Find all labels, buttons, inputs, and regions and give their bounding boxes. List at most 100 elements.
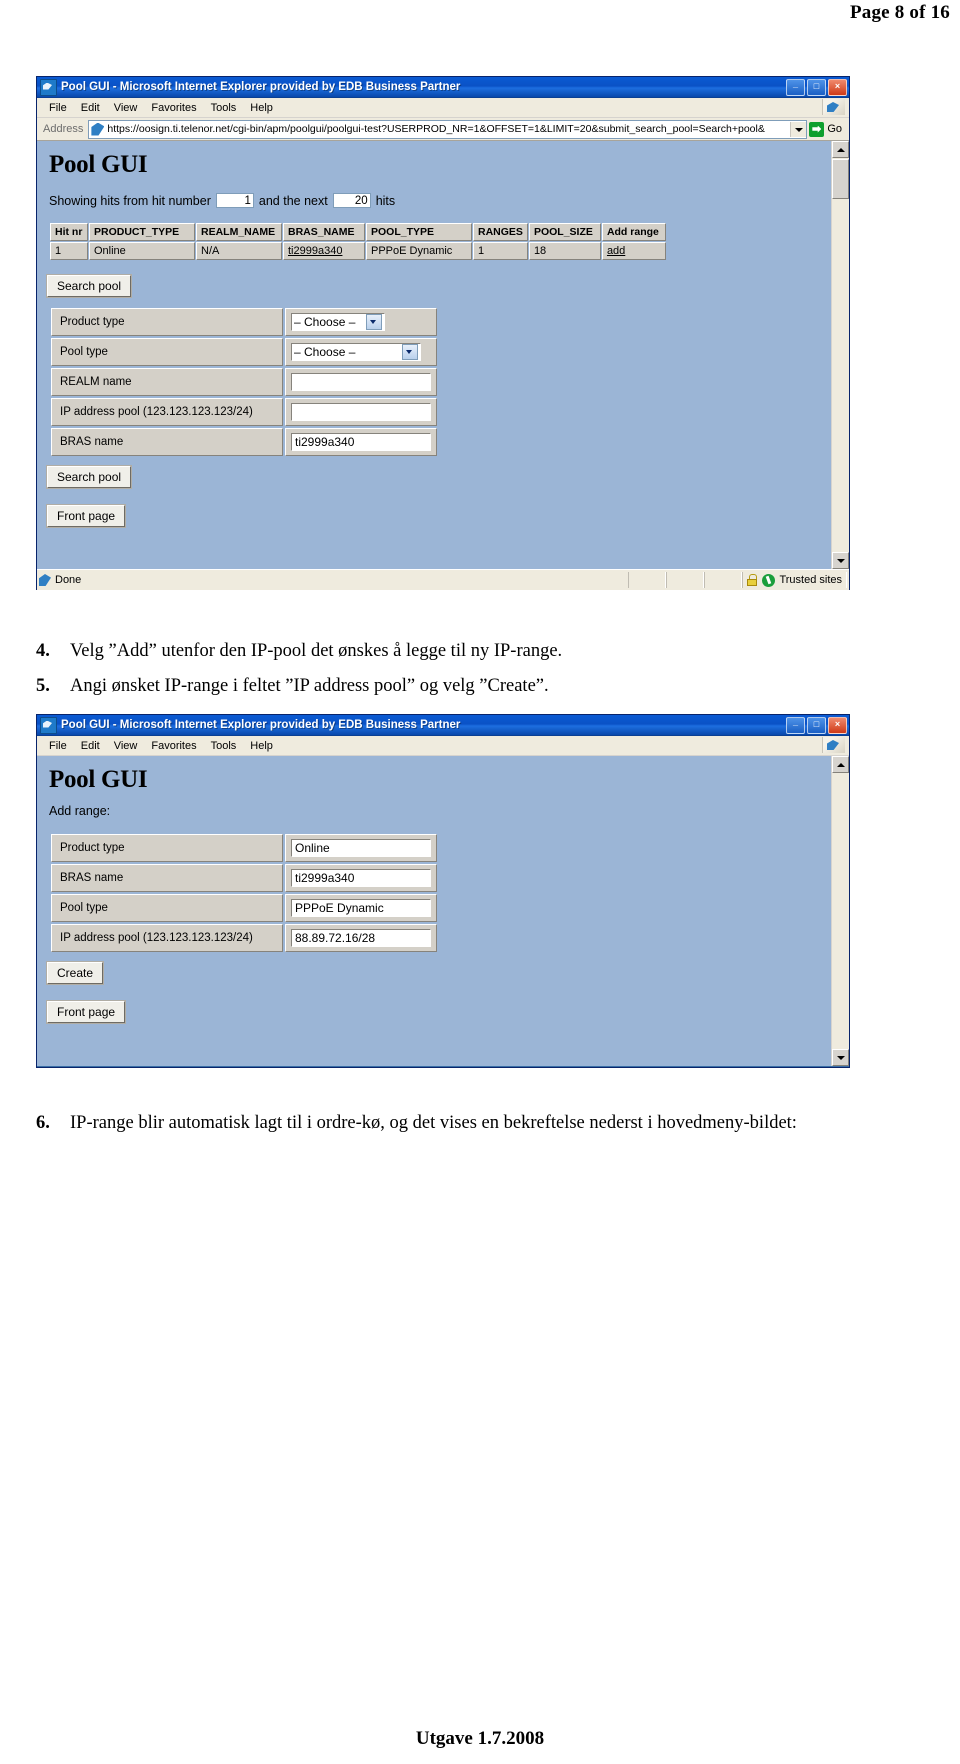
page-footer: Utgave 1.7.2008 <box>415 1728 545 1749</box>
form-row-ip-address-pool: IP address pool (123.123.123.123/24) <box>51 924 437 952</box>
window1-controls: _ □ × <box>786 78 847 96</box>
field-bras-name <box>285 428 437 456</box>
menu-edit[interactable]: Edit <box>74 739 107 753</box>
address-dropdown-button[interactable] <box>790 121 807 137</box>
chevron-down-icon <box>366 314 382 330</box>
cell-bras-name: ti2999a340 <box>283 242 365 260</box>
col-ranges: RANGES <box>473 223 528 241</box>
search-pool-button-bottom[interactable]: Search pool <box>47 466 132 488</box>
close-button[interactable]: × <box>828 78 847 96</box>
hits-from-input[interactable] <box>215 193 254 208</box>
scrollbar-thumb[interactable] <box>832 159 849 199</box>
browser-window-1: Pool GUI - Microsoft Internet Explorer p… <box>36 76 850 590</box>
window2-title: Pool GUI - Microsoft Internet Explorer p… <box>61 719 461 731</box>
security-zone-pane[interactable]: Trusted sites <box>742 572 847 588</box>
maximize-button[interactable]: □ <box>807 78 826 96</box>
vertical-scrollbar[interactable] <box>831 756 849 1066</box>
instruction-4-number: 4. <box>36 641 50 661</box>
close-button[interactable]: × <box>828 716 847 734</box>
hits-suffix: hits <box>375 193 396 208</box>
window1-titlebar: Pool GUI - Microsoft Internet Explorer p… <box>37 77 849 98</box>
field-product-type: – Choose – <box>285 308 437 336</box>
instruction-5-number: 5. <box>36 676 50 696</box>
form-row-bras-name: BRAS name <box>51 428 437 456</box>
pool-type-select[interactable]: – Choose – <box>291 343 421 361</box>
status-done: Done <box>39 574 628 586</box>
menu-file[interactable]: File <box>42 739 74 753</box>
instruction-6: 6. IP-range blir automatisk lagt til i o… <box>36 1110 926 1136</box>
label-ip-address-pool: IP address pool (123.123.123.123/24) <box>51 924 283 952</box>
ie-document-icon <box>40 716 57 734</box>
menu-edit[interactable]: Edit <box>74 101 107 115</box>
ie-document-icon <box>40 78 57 96</box>
window1-page-content: Pool GUI Showing hits from hit number an… <box>37 141 832 569</box>
field-bras-name <box>285 864 437 892</box>
results-table: Hit nr PRODUCT_TYPE REALM_NAME BRAS_NAME… <box>49 222 667 261</box>
menu-file[interactable]: File <box>42 101 74 115</box>
scroll-up-arrow[interactable] <box>832 756 849 773</box>
product-type-select[interactable]: – Choose – <box>291 313 385 331</box>
status-pane-2 <box>666 572 705 588</box>
label-pool-type: Pool type <box>51 338 283 366</box>
bras-name-input[interactable] <box>291 433 431 451</box>
field-ip-address-pool <box>285 398 437 426</box>
instruction-6-text: IP-range blir automatisk lagt til i ordr… <box>70 1113 797 1133</box>
front-page-button[interactable]: Front page <box>47 1001 126 1023</box>
add-range-form: Product type BRAS name Pool type <box>49 832 439 954</box>
window2-titlebar: Pool GUI - Microsoft Internet Explorer p… <box>37 715 849 736</box>
form-row-ip-address-pool: IP address pool (123.123.123.123/24) <box>51 398 437 426</box>
front-page-button[interactable]: Front page <box>47 505 126 527</box>
browser-window-2: Pool GUI - Microsoft Internet Explorer p… <box>36 714 850 1068</box>
menu-help[interactable]: Help <box>243 101 280 115</box>
scroll-down-arrow[interactable] <box>832 552 849 569</box>
label-bras-name: BRAS name <box>51 428 283 456</box>
address-input[interactable]: https://oosign.ti.telenor.net/cgi-bin/ap… <box>88 119 808 139</box>
menu-view[interactable]: View <box>107 739 145 753</box>
form-row-realm-name: REALM name <box>51 368 437 396</box>
product-type-input[interactable] <box>291 839 431 857</box>
go-button[interactable]: Go <box>807 121 846 137</box>
scroll-up-arrow[interactable] <box>832 141 849 158</box>
vertical-scrollbar[interactable] <box>831 141 849 569</box>
ie-logo-icon <box>822 99 845 115</box>
window2-viewport: Pool GUI Add range: Product type BRAS na… <box>37 756 849 1066</box>
col-product-type: PRODUCT_TYPE <box>89 223 195 241</box>
menu-help[interactable]: Help <box>243 739 280 753</box>
pool-type-input[interactable] <box>291 899 431 917</box>
menu-favorites[interactable]: Favorites <box>144 101 203 115</box>
menu-tools[interactable]: Tools <box>204 739 244 753</box>
add-range-link[interactable]: add <box>607 245 625 257</box>
add-range-subtitle: Add range: <box>49 804 111 818</box>
field-realm-name <box>285 368 437 396</box>
ip-address-pool-input[interactable] <box>291 403 431 421</box>
hits-next-input[interactable] <box>332 193 371 208</box>
menu-favorites[interactable]: Favorites <box>144 739 203 753</box>
realm-name-input[interactable] <box>291 373 431 391</box>
form-row-product-type: Product type <box>51 834 437 862</box>
search-pool-button-top[interactable]: Search pool <box>47 275 132 297</box>
create-button[interactable]: Create <box>47 962 104 984</box>
status-pane-1 <box>628 572 667 588</box>
search-form: Product type – Choose – Pool type – Choo… <box>49 306 439 458</box>
field-product-type <box>285 834 437 862</box>
hits-middle: and the next <box>258 193 328 208</box>
minimize-button[interactable]: _ <box>786 716 805 734</box>
maximize-icon: □ <box>813 718 820 729</box>
minimize-icon: _ <box>792 716 798 727</box>
product-type-value: – Choose – <box>294 315 356 329</box>
menu-view[interactable]: View <box>107 101 145 115</box>
cell-product-type: Online <box>89 242 195 260</box>
bras-name-link[interactable]: ti2999a340 <box>288 245 342 257</box>
page-icon <box>91 122 105 136</box>
minimize-button[interactable]: _ <box>786 78 805 96</box>
scroll-down-arrow[interactable] <box>832 1049 849 1066</box>
bras-name-input[interactable] <box>291 869 431 887</box>
cell-ranges: 1 <box>473 242 528 260</box>
maximize-button[interactable]: □ <box>807 716 826 734</box>
minimize-icon: _ <box>792 78 798 89</box>
security-zone-text: Trusted sites <box>779 574 842 586</box>
col-add-range: Add range <box>601 223 666 241</box>
menu-tools[interactable]: Tools <box>204 101 244 115</box>
ip-address-pool-input[interactable] <box>291 929 431 947</box>
instruction-5-text: Angi ønsket IP-range i feltet ”IP addres… <box>70 676 549 696</box>
